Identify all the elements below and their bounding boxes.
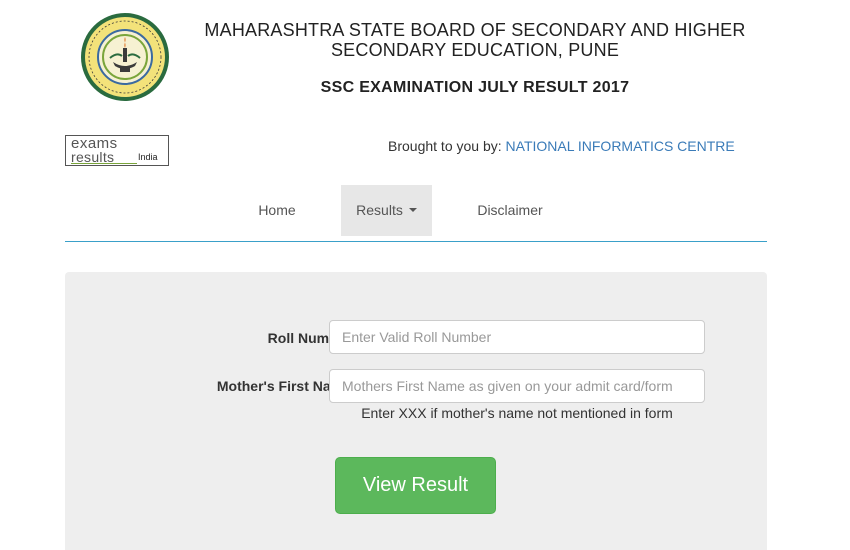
board-title-line1: MAHARASHTRA STATE BOARD OF SECONDARY AND…: [204, 20, 746, 40]
main-nav: Home Results Disclaimer: [65, 185, 767, 242]
result-form-panel: Roll Number:* Mother's First Name:* Ente…: [65, 272, 767, 550]
mother-name-label: Mother's First Name:*: [216, 378, 361, 394]
logo-word-india: India: [138, 152, 158, 162]
nav-disclaimer[interactable]: Disclaimer: [465, 185, 555, 236]
caret-down-icon: [408, 208, 417, 213]
roll-number-input[interactable]: [329, 320, 705, 354]
mother-name-help-text: Enter XXX if mother's name not mentioned…: [361, 405, 673, 421]
mother-name-input[interactable]: [329, 369, 705, 403]
brought-prefix: Brought to you by:: [388, 138, 506, 154]
brought-to-you-by: Brought to you by: NATIONAL INFORMATICS …: [388, 138, 735, 154]
maharashtra-board-seal-icon: [81, 13, 169, 101]
logo-underline: [71, 163, 137, 164]
exams-results-india-logo[interactable]: exams results India: [65, 135, 169, 166]
nav-home[interactable]: Home: [245, 185, 309, 236]
page: MAHARASHTRA STATE BOARD OF SECONDARY AND…: [0, 0, 850, 550]
exam-title: SSC EXAMINATION JULY RESULT 2017: [320, 79, 630, 96]
nav-results-label: Results: [356, 202, 403, 218]
view-result-button[interactable]: View Result: [335, 457, 496, 514]
board-title-line2: SECONDARY EDUCATION, PUNE: [330, 40, 620, 60]
nav-results-dropdown[interactable]: Results: [341, 185, 432, 236]
board-title: MAHARASHTRA STATE BOARD OF SECONDARY AND…: [180, 20, 770, 60]
nic-link[interactable]: NATIONAL INFORMATICS CENTRE: [506, 138, 735, 154]
